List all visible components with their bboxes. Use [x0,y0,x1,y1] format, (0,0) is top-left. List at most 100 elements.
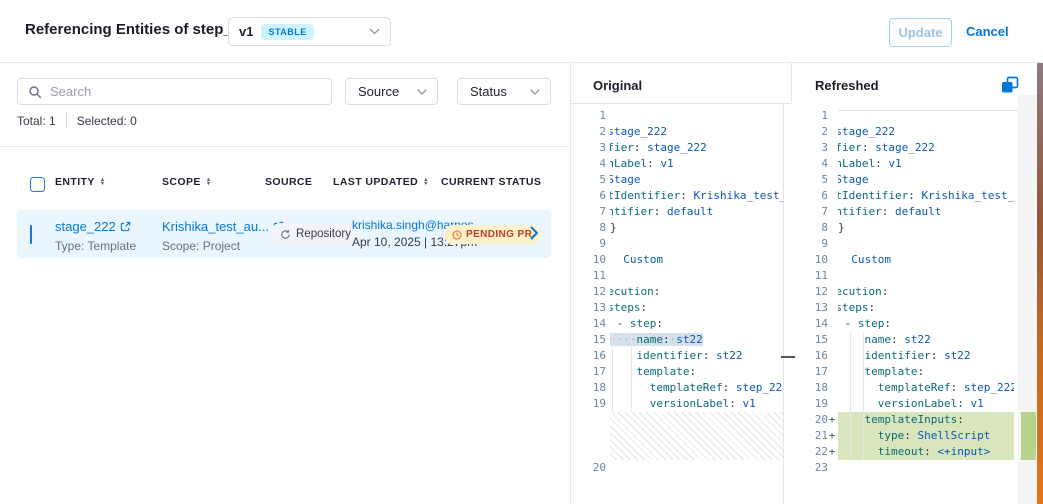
code-line: 13steps: [583,300,783,316]
overview-ruler-added-marker [1021,412,1036,460]
sort-icon[interactable]: ▲▼ [206,178,212,187]
code-line: 2stage_222 [800,124,1014,140]
diff-placeholder-region [610,412,783,460]
original-code-editor[interactable]: 12stage_2223fier: stage_2224nLabel: v15S… [583,108,783,498]
code-line: 14 - step: [583,316,783,332]
column-scope[interactable]: SCOPE [162,176,201,188]
code-line: 19 versionLabel: v1 [800,396,1014,412]
status-label: PENDING PR [466,229,532,240]
code-line: 11 [800,268,1014,284]
search-placeholder: Search [50,84,91,99]
status-filter-dropdown[interactable]: Status [457,78,551,105]
code-line: 10 Custom [583,252,783,268]
code-line: 18 templateRef: step_222 [583,380,783,396]
divider [0,146,570,147]
code-line: 20 [583,460,783,476]
repository-icon [280,229,291,240]
code-line: 4nLabel: v1 [583,156,783,172]
diff-sash-handle[interactable] [781,356,795,358]
code-line: 15····name:·st22 [583,332,783,348]
column-current-status: CURRENT STATUS [441,176,541,188]
code-line: 20+ templateInputs: [800,412,1014,428]
indent-guide [631,332,632,412]
scope-name: Krishika_test_au... [162,219,269,234]
code-line: 6tIdentifier: Krishika_test_aut [583,188,783,204]
code-line: 12ecution: [583,284,783,300]
version-select[interactable]: v1 STABLE [228,17,391,46]
code-line: 15 name: st22 [800,332,1014,348]
code-line: 8} [583,220,783,236]
column-source: SOURCE [265,176,312,188]
update-button[interactable]: Update [889,18,952,47]
clock-icon [452,230,462,240]
code-line: 22+ timeout: <+input> [800,444,1014,460]
code-line: 4nLabel: v1 [800,156,1014,172]
code-line: 11 [583,268,783,284]
page-title: Referencing Entities of step_222 [25,21,257,38]
source-badge: Repository [270,223,361,245]
selection-summary: Total: 1 Selected: 0 [17,113,137,128]
code-line: 7ntifier: default [800,204,1014,220]
source-filter-dropdown[interactable]: Source [345,78,438,105]
code-line: 8} [800,220,1014,236]
scope-link[interactable]: Krishika_test_au... [162,219,284,234]
cancel-button[interactable]: Cancel [966,18,1009,45]
entity-link[interactable]: stage_222 [55,219,131,234]
row-checkbox[interactable] [30,225,32,244]
edge-gradient-bar [1037,63,1043,504]
total-count: Total: 1 [17,114,56,128]
search-input[interactable]: Search [17,78,332,105]
code-line: 9 [583,236,783,252]
code-line: 10 Custom [800,252,1014,268]
status-filter-label: Status [470,84,507,99]
code-line: 5Stage [583,172,783,188]
scope-sub: Scope: Project [162,239,284,253]
stable-badge: STABLE [261,24,313,40]
indent-guide [612,332,613,412]
code-line: 17 template: [583,364,783,380]
header-divider [0,62,1043,63]
referencing-entities-dialog: Referencing Entities of step_222 v1 STAB… [0,0,1043,504]
code-line: 1 [583,108,783,124]
select-all-checkbox[interactable] [30,177,45,192]
indent-guide [850,332,851,460]
entity-type: Type: Template [55,239,136,253]
column-last-updated[interactable]: LAST UPDATED [333,176,418,188]
code-line: 19 versionLabel: v1 [583,396,783,412]
code-line: 6tIdentifier: Krishika_test_aut [800,188,1014,204]
version-label: v1 [239,24,253,39]
sort-icon[interactable]: ▲▼ [100,178,106,187]
code-line: 16 identifier: st22 [800,348,1014,364]
selected-count: Selected: 0 [77,114,137,128]
copy-icon[interactable] [1001,76,1019,94]
code-line: 3fier: stage_222 [583,140,783,156]
code-line: 21+ type: ShellScript [800,428,1014,444]
code-line: 18 templateRef: step_222 [800,380,1014,396]
indent-guide [863,332,864,460]
status-badge: PENDING PR [444,225,540,244]
refreshed-code-editor[interactable]: 12stage_2223fier: stage_2224nLabel: v15S… [800,108,1014,498]
original-panel-title: Original [593,78,642,93]
sort-icon[interactable]: ▲▼ [423,178,429,187]
code-line: 17 template: [800,364,1014,380]
chevron-down-icon [530,89,540,95]
chevron-right-icon[interactable] [530,226,539,240]
table-header: ENTITY ▲▼ SCOPE ▲▼ SOURCE LAST UPDATED ▲… [0,176,568,194]
entity-name: stage_222 [55,219,116,234]
search-icon [28,85,42,99]
chevron-down-icon [369,28,380,35]
code-line: 12ecution: [800,284,1014,300]
code-line: 2stage_222 [583,124,783,140]
table-row[interactable]: stage_222 Type: Template Krishika_test_a… [17,210,551,258]
code-line: 5Stage [800,172,1014,188]
external-link-icon [120,221,131,232]
panel-divider [570,63,571,504]
code-line: 7ntifier: default [583,204,783,220]
column-entity[interactable]: ENTITY [55,176,95,188]
code-line: 1 [800,108,1014,124]
code-line: 13steps: [800,300,1014,316]
diff-pane-divider[interactable] [783,103,784,504]
source-label: Repository [296,228,351,240]
divider [570,103,791,104]
code-line: 14 - step: [800,316,1014,332]
